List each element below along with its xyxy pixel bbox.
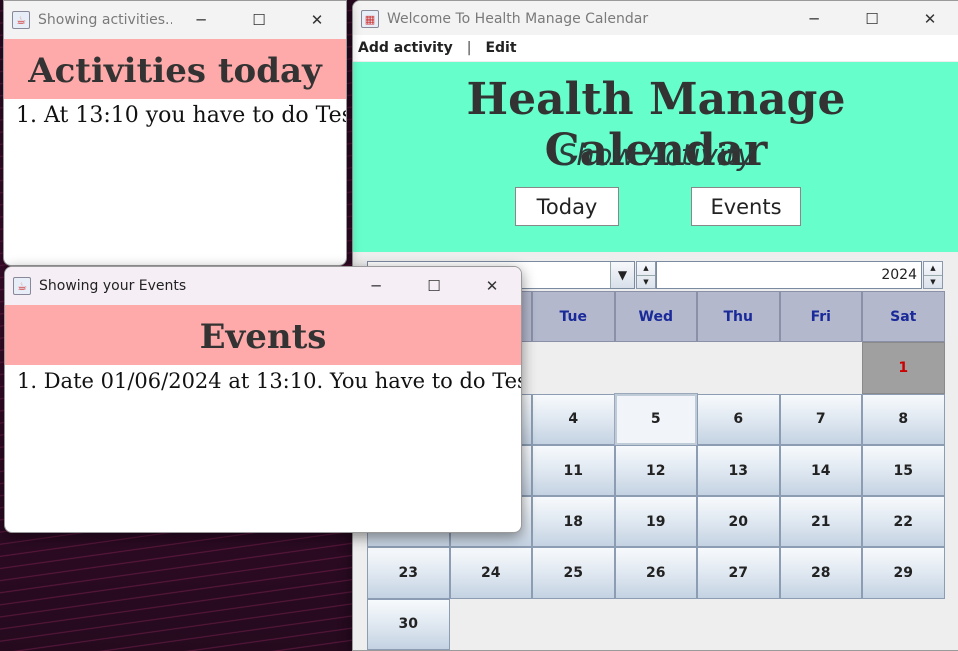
year-field[interactable]: 2024 xyxy=(656,261,922,289)
menu-edit[interactable]: Edit xyxy=(485,40,516,56)
close-icon[interactable]: ✕ xyxy=(463,268,521,304)
menu-add-activity[interactable]: Add activity xyxy=(358,40,453,56)
java-app-icon: ☕ xyxy=(12,11,30,29)
close-icon[interactable]: ✕ xyxy=(901,1,958,37)
day-button[interactable]: 7 xyxy=(779,393,862,445)
day-button[interactable]: 30 xyxy=(367,598,450,650)
day-button[interactable]: 24 xyxy=(449,547,532,599)
day-header: Sat xyxy=(862,291,945,343)
java-app-icon: ☕ xyxy=(13,277,31,295)
activities-heading: Activities today xyxy=(4,39,346,99)
month-spinner[interactable]: ▲ ▼ xyxy=(636,261,656,289)
spinner-up-icon[interactable]: ▲ xyxy=(637,262,655,276)
day-button[interactable]: 8 xyxy=(862,393,945,445)
empty-day-cell xyxy=(532,342,615,393)
events-window-title: Showing your Events xyxy=(39,278,187,294)
day-button[interactable]: 26 xyxy=(614,547,697,599)
spinner-up-icon[interactable]: ▲ xyxy=(924,262,942,276)
maximize-icon[interactable]: ☐ xyxy=(843,1,901,37)
events-button[interactable]: Events xyxy=(691,187,801,226)
events-heading: Events xyxy=(5,305,521,365)
empty-day-cell xyxy=(615,342,698,393)
spinner-down-icon[interactable]: ▼ xyxy=(924,276,942,289)
day-button[interactable]: 23 xyxy=(367,547,450,599)
day-button[interactable]: 14 xyxy=(779,444,862,497)
empty-day-cell xyxy=(615,599,698,650)
empty-day-cell xyxy=(450,599,533,650)
chevron-down-icon[interactable]: ▼ xyxy=(610,262,634,288)
calendar-app-icon: ▦ xyxy=(361,10,379,28)
day-button[interactable]: 25 xyxy=(532,547,615,599)
empty-day-cell xyxy=(862,599,945,650)
day-button[interactable]: 27 xyxy=(697,547,780,599)
day-button[interactable]: 28 xyxy=(779,547,862,599)
day-button[interactable]: 13 xyxy=(697,444,780,497)
day-button[interactable]: 1 xyxy=(862,342,945,394)
activities-window-title: Showing activities... xyxy=(38,12,172,28)
day-header: Fri xyxy=(779,291,862,343)
empty-day-cell xyxy=(532,599,615,650)
day-header: Wed xyxy=(614,291,697,343)
empty-day-cell xyxy=(697,599,780,650)
day-button[interactable]: 19 xyxy=(614,496,697,548)
day-button[interactable]: 15 xyxy=(862,444,945,497)
main-window-titlebar[interactable]: ▦ Welcome To Health Manage Calendar ─ ☐ … xyxy=(353,1,958,37)
day-button[interactable]: 11 xyxy=(532,444,615,497)
activities-window: ☕ Showing activities... ─ ☐ ✕ Activities… xyxy=(3,0,347,266)
empty-day-cell xyxy=(780,342,863,393)
empty-day-cell xyxy=(780,599,863,650)
day-button[interactable]: 29 xyxy=(862,547,945,599)
menu-bar: Add activity | Edit xyxy=(353,35,958,61)
day-header: Thu xyxy=(697,291,780,343)
minimize-icon[interactable]: ─ xyxy=(785,1,843,37)
empty-day-cell xyxy=(697,342,780,393)
spinner-down-icon[interactable]: ▼ xyxy=(637,276,655,289)
day-button[interactable]: 4 xyxy=(532,393,615,445)
maximize-icon[interactable]: ☐ xyxy=(405,268,463,304)
maximize-icon[interactable]: ☐ xyxy=(230,2,288,38)
day-button[interactable]: 21 xyxy=(779,496,862,548)
day-button[interactable]: 18 xyxy=(532,496,615,548)
day-button[interactable]: 6 xyxy=(697,393,780,445)
menu-separator: | xyxy=(466,40,472,56)
activities-window-titlebar[interactable]: ☕ Showing activities... ─ ☐ ✕ xyxy=(4,1,346,39)
minimize-icon[interactable]: ─ xyxy=(347,268,405,304)
event-item: 1. Date 01/06/2024 at 13:10. You have to… xyxy=(17,369,522,393)
day-button[interactable]: 20 xyxy=(697,496,780,548)
minimize-icon[interactable]: ─ xyxy=(172,2,230,38)
activity-item: 1. At 13:10 you have to do Test. xyxy=(16,103,347,128)
app-subheading: Show Activity xyxy=(557,138,755,172)
close-icon[interactable]: ✕ xyxy=(288,2,346,38)
day-header: Tue xyxy=(532,291,615,343)
year-spinner[interactable]: ▲ ▼ xyxy=(923,261,943,289)
day-button[interactable]: 5 xyxy=(613,392,698,446)
events-window: ☕ Showing your Events ─ ☐ ✕ Events 1. Da… xyxy=(4,266,522,533)
day-button[interactable]: 22 xyxy=(862,496,945,548)
today-button[interactable]: Today xyxy=(515,187,619,226)
header-panel: Health Manage Calendar Show Activity Tod… xyxy=(353,62,958,252)
events-window-titlebar[interactable]: ☕ Showing your Events ─ ☐ ✕ xyxy=(5,267,521,305)
main-window-title: Welcome To Health Manage Calendar xyxy=(387,11,649,27)
day-button[interactable]: 12 xyxy=(614,444,697,497)
